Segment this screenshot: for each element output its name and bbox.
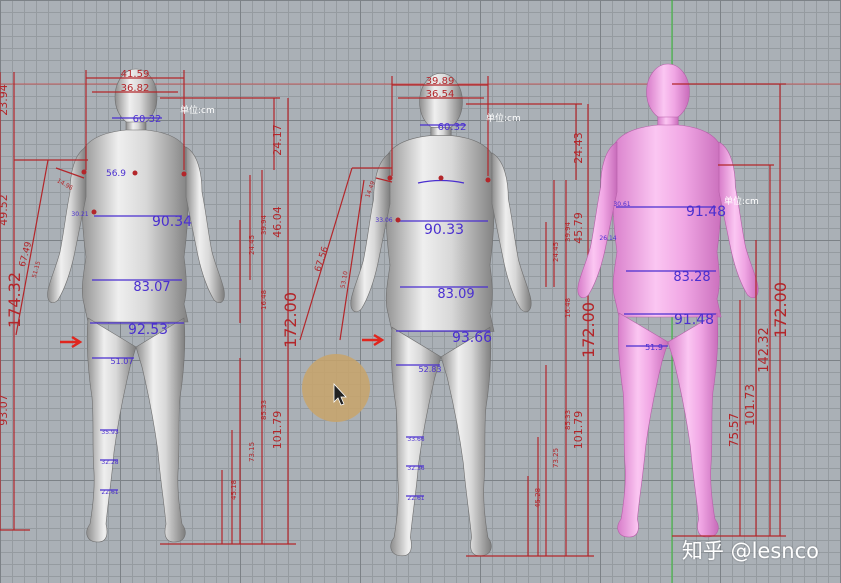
m2-calf-girth: 32.36 [407, 465, 424, 472]
model-2[interactable]: 39.89 36.54 60.32 单位:cm 90.33 83.09 93.6… [299, 72, 598, 557]
m1-small-h0: 39.94 [260, 214, 268, 235]
m1-height-leg: 101.79 [271, 411, 284, 450]
m2-height-shoulder: 45.79 [572, 212, 585, 244]
m3-unit-label: 单位:cm [724, 195, 759, 207]
m2-small-h4: 73.25 [552, 448, 560, 468]
viewport[interactable]: 41.59 36.82 60.32 单位:cm 90.34 83.07 92.5… [0, 0, 841, 583]
m2-height-leg: 101.79 [572, 411, 585, 450]
m2-arrow-icon [362, 333, 385, 347]
m1-left-0: 23.94 [0, 84, 10, 116]
m2-unit-label: 单位:cm [486, 112, 521, 124]
m1-small-h5: 45.18 [230, 480, 238, 500]
m2-small-h3: 85.33 [564, 410, 572, 430]
m1-left-1: 49.52 [0, 194, 10, 226]
m2-height-total: 172.00 [579, 302, 598, 358]
m3-hip-girth: 91.48 [674, 312, 714, 328]
m3-chest-girth: 91.48 [686, 204, 726, 220]
m2-head-girth: 60.32 [438, 122, 467, 133]
m3-height-shoulder: 142.32 [757, 327, 772, 373]
scene-canvas[interactable]: 41.59 36.82 60.32 单位:cm 90.34 83.07 92.5… [0, 0, 841, 583]
model-1[interactable]: 41.59 36.82 60.32 单位:cm 90.34 83.07 92.5… [0, 68, 300, 545]
m1-height-shoulder: 46.04 [271, 206, 284, 238]
m2-small-h1: 24.45 [552, 242, 560, 262]
m1-neck-girth: 56.9 [106, 169, 126, 179]
model-3[interactable]: 单位:cm 91.48 83.28 91.48 51.9 30.61 26.14… [577, 63, 790, 538]
m2-small-h2: 16.48 [564, 298, 572, 318]
watermark: 知乎 @lesnco [681, 539, 819, 563]
m2-width-b: 36.54 [426, 89, 455, 100]
m2-chest-girth: 90.33 [424, 222, 464, 238]
m2-small-h5: 45.28 [534, 488, 542, 508]
m2-width-a: 39.89 [426, 76, 455, 87]
m1-small-h4: 73.15 [248, 442, 256, 462]
m1-height-head: 24.17 [271, 124, 284, 156]
m1-left-4: 93.07 [0, 394, 10, 426]
m1-waist-girth: 83.07 [133, 280, 170, 295]
m1-left-2: 67.49 [18, 240, 34, 268]
model-3-body[interactable] [577, 63, 759, 538]
m1-chest-girth: 90.34 [152, 214, 192, 230]
model-2-body[interactable] [350, 72, 532, 557]
m3-arm-girth-1: 26.14 [599, 235, 616, 242]
m3-thigh-girth: 51.9 [645, 343, 663, 352]
m2-upperarm-girth: 33.06 [375, 217, 392, 224]
m1-unit-label: 单位:cm [180, 104, 215, 116]
m1-knee-girth: 35.93 [101, 429, 118, 436]
m1-calf-girth: 32.28 [101, 459, 118, 466]
m1-hip-girth: 92.53 [128, 322, 168, 338]
m3-height-total: 172.00 [771, 282, 790, 338]
model-1-body[interactable] [47, 68, 225, 543]
m1-left-3: 174.32 [5, 272, 24, 328]
m2-small-h0: 39.94 [564, 221, 572, 242]
m2-left-0: 67.56 [313, 245, 331, 273]
m1-width-b: 36.82 [121, 83, 150, 94]
m1-small-h1: 24.45 [248, 235, 256, 255]
m2-ankle-girth: 22.61 [407, 495, 424, 502]
m3-waist-girth: 83.28 [673, 270, 710, 285]
m1-upperarm-girth: 30.21 [71, 211, 88, 218]
m1-small-h2: 16.48 [260, 290, 268, 310]
m1-height-total: 172.00 [281, 292, 300, 348]
m1-ankle-girth: 22.61 [101, 489, 118, 496]
m3-height-leg: 101.73 [743, 384, 757, 426]
m3-height-knee: 75.57 [727, 413, 741, 447]
m2-waist-girth: 83.09 [437, 287, 474, 302]
m1-width-a: 41.59 [121, 69, 150, 80]
m1-thigh-girth: 51.07 [111, 357, 134, 366]
m1-head-girth: 60.32 [133, 114, 162, 125]
m2-hip-girth: 93.66 [452, 330, 492, 346]
m1-arm-0: 51.15 [31, 260, 42, 279]
m3-arm-girth-0: 30.61 [613, 201, 630, 208]
m2-thigh-girth: 52.83 [419, 365, 442, 374]
m2-height-head: 24.43 [572, 132, 585, 164]
m2-knee-girth: 33.66 [407, 436, 424, 443]
m1-small-h3: 85.33 [260, 400, 268, 420]
m1-arrow-icon [60, 335, 83, 349]
